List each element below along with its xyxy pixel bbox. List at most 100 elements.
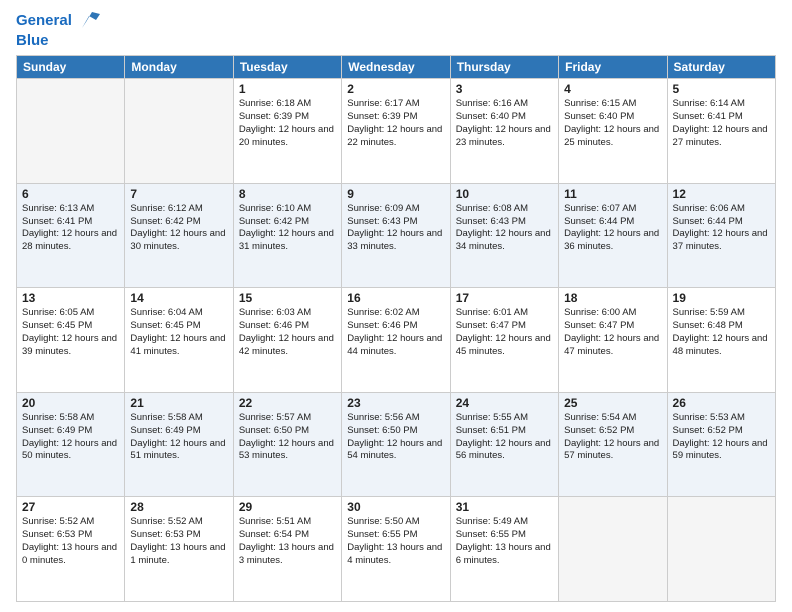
day-info: Sunrise: 5:52 AM Sunset: 6:53 PM Dayligh… — [130, 516, 227, 567]
day-cell — [125, 79, 233, 184]
col-header-thursday: Thursday — [450, 56, 558, 79]
day-cell: 30 Sunrise: 5:50 AM Sunset: 6:55 PM Dayli… — [342, 497, 450, 602]
day-cell: 12Sunrise: 6:06 AM Sunset: 6:44 PM Dayli… — [667, 183, 775, 288]
day-cell — [667, 497, 775, 602]
week-row-3: 13 Sunrise: 6:05 AM Sunset: 6:45 PM Dayli… — [17, 288, 776, 393]
day-number: 2 — [347, 82, 444, 96]
day-info: Sunrise: 6:09 AM Sunset: 6:43 PM Dayligh… — [347, 203, 444, 254]
week-row-2: 6Sunrise: 6:13 AM Sunset: 6:41 PM Daylig… — [17, 183, 776, 288]
day-info: Sunrise: 5:52 AM Sunset: 6:53 PM Dayligh… — [22, 516, 119, 567]
day-number: 8 — [239, 187, 336, 201]
calendar-header-row: SundayMondayTuesdayWednesdayThursdayFrid… — [17, 56, 776, 79]
day-info: Sunrise: 6:07 AM Sunset: 6:44 PM Dayligh… — [564, 203, 661, 254]
page: General Blue SundayMondayTuesdayWednesda… — [0, 0, 792, 612]
day-info: Sunrise: 6:08 AM Sunset: 6:43 PM Dayligh… — [456, 203, 553, 254]
day-cell: 1 Sunrise: 6:18 AM Sunset: 6:39 PM Daylig… — [233, 79, 341, 184]
day-number: 24 — [456, 396, 553, 410]
week-row-4: 20 Sunrise: 5:58 AM Sunset: 6:49 PM Dayli… — [17, 392, 776, 497]
day-info: Sunrise: 6:12 AM Sunset: 6:42 PM Dayligh… — [130, 203, 227, 254]
day-cell: 26Sunrise: 5:53 AM Sunset: 6:52 PM Dayli… — [667, 392, 775, 497]
day-info: Sunrise: 6:04 AM Sunset: 6:45 PM Dayligh… — [130, 307, 227, 358]
day-info: Sunrise: 5:59 AM Sunset: 6:48 PM Dayligh… — [673, 307, 770, 358]
day-number: 21 — [130, 396, 227, 410]
day-number: 10 — [456, 187, 553, 201]
day-info: Sunrise: 5:54 AM Sunset: 6:52 PM Dayligh… — [564, 412, 661, 463]
day-cell: 16 Sunrise: 6:02 AM Sunset: 6:46 PM Dayli… — [342, 288, 450, 393]
day-number: 13 — [22, 291, 119, 305]
day-info: Sunrise: 6:17 AM Sunset: 6:39 PM Dayligh… — [347, 98, 444, 149]
day-info: Sunrise: 6:05 AM Sunset: 6:45 PM Dayligh… — [22, 307, 119, 358]
day-cell: 5 Sunrise: 6:14 AM Sunset: 6:41 PM Daylig… — [667, 79, 775, 184]
day-info: Sunrise: 5:51 AM Sunset: 6:54 PM Dayligh… — [239, 516, 336, 567]
day-number: 18 — [564, 291, 661, 305]
day-number: 14 — [130, 291, 227, 305]
col-header-saturday: Saturday — [667, 56, 775, 79]
day-number: 15 — [239, 291, 336, 305]
day-number: 22 — [239, 396, 336, 410]
day-info: Sunrise: 6:14 AM Sunset: 6:41 PM Dayligh… — [673, 98, 770, 149]
day-cell: 3Sunrise: 6:16 AM Sunset: 6:40 PM Daylig… — [450, 79, 558, 184]
day-cell — [559, 497, 667, 602]
day-cell: 19 Sunrise: 5:59 AM Sunset: 6:48 PM Dayli… — [667, 288, 775, 393]
day-cell — [17, 79, 125, 184]
day-info: Sunrise: 5:57 AM Sunset: 6:50 PM Dayligh… — [239, 412, 336, 463]
col-header-sunday: Sunday — [17, 56, 125, 79]
day-cell: 15 Sunrise: 6:03 AM Sunset: 6:46 PM Dayli… — [233, 288, 341, 393]
day-cell: 13 Sunrise: 6:05 AM Sunset: 6:45 PM Dayli… — [17, 288, 125, 393]
col-header-monday: Monday — [125, 56, 233, 79]
col-header-wednesday: Wednesday — [342, 56, 450, 79]
day-cell: 29 Sunrise: 5:51 AM Sunset: 6:54 PM Dayli… — [233, 497, 341, 602]
day-cell: 27Sunrise: 5:52 AM Sunset: 6:53 PM Dayli… — [17, 497, 125, 602]
day-number: 1 — [239, 82, 336, 96]
day-cell: 23Sunrise: 5:56 AM Sunset: 6:50 PM Dayli… — [342, 392, 450, 497]
day-cell: 7 Sunrise: 6:12 AM Sunset: 6:42 PM Daylig… — [125, 183, 233, 288]
day-number: 31 — [456, 500, 553, 514]
day-cell: 20Sunrise: 5:58 AM Sunset: 6:49 PM Dayli… — [17, 392, 125, 497]
day-info: Sunrise: 6:02 AM Sunset: 6:46 PM Dayligh… — [347, 307, 444, 358]
day-info: Sunrise: 5:50 AM Sunset: 6:55 PM Dayligh… — [347, 516, 444, 567]
day-number: 12 — [673, 187, 770, 201]
day-number: 20 — [22, 396, 119, 410]
day-cell: 8 Sunrise: 6:10 AM Sunset: 6:42 PM Daylig… — [233, 183, 341, 288]
day-cell: 6Sunrise: 6:13 AM Sunset: 6:41 PM Daylig… — [17, 183, 125, 288]
day-cell: 28 Sunrise: 5:52 AM Sunset: 6:53 PM Dayli… — [125, 497, 233, 602]
day-number: 28 — [130, 500, 227, 514]
day-cell: 4 Sunrise: 6:15 AM Sunset: 6:40 PM Daylig… — [559, 79, 667, 184]
day-info: Sunrise: 5:55 AM Sunset: 6:51 PM Dayligh… — [456, 412, 553, 463]
day-cell: 22 Sunrise: 5:57 AM Sunset: 6:50 PM Dayli… — [233, 392, 341, 497]
day-info: Sunrise: 6:01 AM Sunset: 6:47 PM Dayligh… — [456, 307, 553, 358]
day-number: 16 — [347, 291, 444, 305]
day-info: Sunrise: 6:13 AM Sunset: 6:41 PM Dayligh… — [22, 203, 119, 254]
day-number: 17 — [456, 291, 553, 305]
day-cell: 14 Sunrise: 6:04 AM Sunset: 6:45 PM Dayli… — [125, 288, 233, 393]
day-cell: 25 Sunrise: 5:54 AM Sunset: 6:52 PM Dayli… — [559, 392, 667, 497]
day-info: Sunrise: 6:18 AM Sunset: 6:39 PM Dayligh… — [239, 98, 336, 149]
day-info: Sunrise: 5:49 AM Sunset: 6:55 PM Dayligh… — [456, 516, 553, 567]
day-info: Sunrise: 5:56 AM Sunset: 6:50 PM Dayligh… — [347, 412, 444, 463]
week-row-5: 27Sunrise: 5:52 AM Sunset: 6:53 PM Dayli… — [17, 497, 776, 602]
day-info: Sunrise: 6:10 AM Sunset: 6:42 PM Dayligh… — [239, 203, 336, 254]
day-info: Sunrise: 6:03 AM Sunset: 6:46 PM Dayligh… — [239, 307, 336, 358]
col-header-tuesday: Tuesday — [233, 56, 341, 79]
day-cell: 10 Sunrise: 6:08 AM Sunset: 6:43 PM Dayli… — [450, 183, 558, 288]
day-number: 26 — [673, 396, 770, 410]
day-number: 25 — [564, 396, 661, 410]
logo-general: General — [16, 12, 72, 29]
day-info: Sunrise: 5:58 AM Sunset: 6:49 PM Dayligh… — [130, 412, 227, 463]
day-number: 5 — [673, 82, 770, 96]
day-number: 3 — [456, 82, 553, 96]
header: General Blue — [16, 10, 776, 49]
logo-blue: Blue — [16, 32, 100, 49]
logo-bird-icon — [78, 10, 100, 32]
col-header-friday: Friday — [559, 56, 667, 79]
day-number: 19 — [673, 291, 770, 305]
day-number: 7 — [130, 187, 227, 201]
day-number: 29 — [239, 500, 336, 514]
day-info: Sunrise: 6:15 AM Sunset: 6:40 PM Dayligh… — [564, 98, 661, 149]
day-number: 4 — [564, 82, 661, 96]
day-cell: 21 Sunrise: 5:58 AM Sunset: 6:49 PM Dayli… — [125, 392, 233, 497]
calendar-table: SundayMondayTuesdayWednesdayThursdayFrid… — [16, 55, 776, 602]
day-cell: 31 Sunrise: 5:49 AM Sunset: 6:55 PM Dayli… — [450, 497, 558, 602]
day-number: 30 — [347, 500, 444, 514]
week-row-1: 1 Sunrise: 6:18 AM Sunset: 6:39 PM Daylig… — [17, 79, 776, 184]
